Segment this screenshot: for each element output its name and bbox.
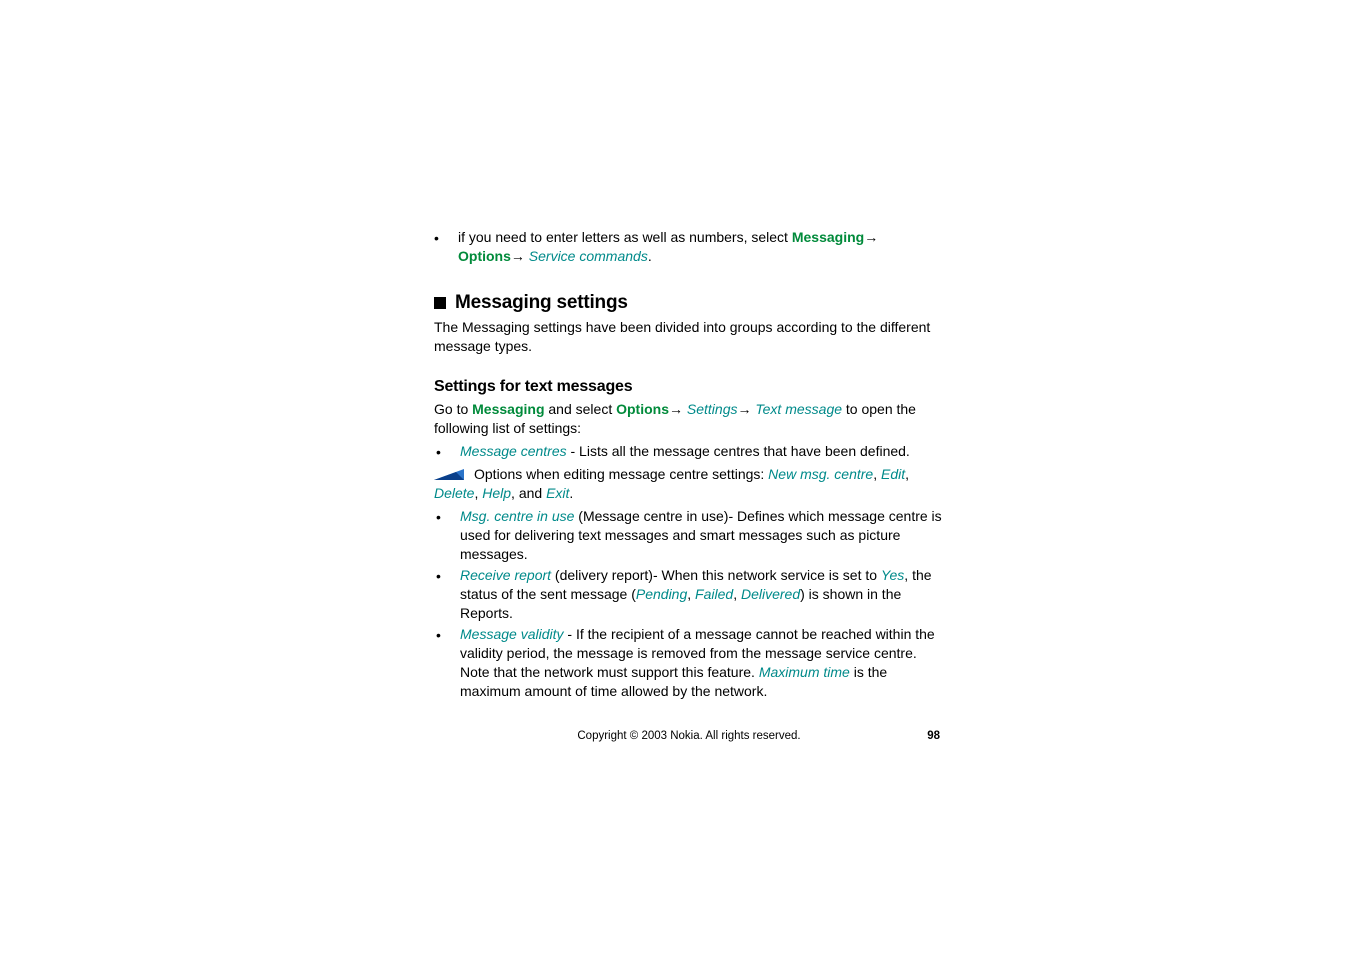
term-msg-centre-in-use: Msg. centre in use xyxy=(460,508,574,524)
content-area: • if you need to enter letters as well a… xyxy=(434,228,944,701)
item-text: Receive report (delivery report)- When t… xyxy=(460,566,944,623)
term-delivered: Delivered xyxy=(741,586,800,602)
note-block: Options when editing message centre sett… xyxy=(434,465,944,503)
term-yes: Yes xyxy=(881,567,904,583)
section-title: Messaging settings xyxy=(455,292,628,314)
comma: , xyxy=(873,466,881,482)
item-text: Msg. centre in use (Message centre in us… xyxy=(460,507,944,564)
term-pending: Pending xyxy=(636,586,687,602)
item-text: Message centres - Lists all the message … xyxy=(460,442,944,461)
intro-text: if you need to enter letters as well as … xyxy=(458,228,944,266)
item-mid1: (delivery report)- When this network ser… xyxy=(551,567,881,583)
list-item: • Msg. centre in use (Message centre in … xyxy=(434,507,944,564)
page-number: 98 xyxy=(927,730,940,742)
list-item: • Message centres - Lists all the messag… xyxy=(434,442,944,461)
intro-prefix: if you need to enter letters as well as … xyxy=(458,229,792,245)
item-text: Message validity - If the recipient of a… xyxy=(460,625,944,701)
link-settings[interactable]: Settings xyxy=(687,401,738,417)
link-messaging[interactable]: Messaging xyxy=(792,229,864,245)
comma-and: , and xyxy=(511,485,546,501)
comma: , xyxy=(687,586,695,602)
bullet-dot: • xyxy=(434,442,460,461)
square-bullet-icon xyxy=(434,297,446,309)
item-rest: - Lists all the message centres that hav… xyxy=(567,443,910,459)
arrow-icon: → xyxy=(669,401,687,417)
term-exit: Exit xyxy=(546,485,569,501)
list-item: • Message validity - If the recipient of… xyxy=(434,625,944,701)
list-item: • Receive report (delivery report)- When… xyxy=(434,566,944,623)
term-delete: Delete xyxy=(434,485,474,501)
term-failed: Failed xyxy=(695,586,733,602)
section-para: The Messaging settings have been divided… xyxy=(434,318,944,356)
bullet-dot: • xyxy=(434,228,458,247)
link-options[interactable]: Options xyxy=(458,248,511,264)
note-triangle-icon xyxy=(434,466,464,485)
arrow-icon: → xyxy=(511,248,529,264)
sub-lead: Go to Messaging and select Options→ Sett… xyxy=(434,400,944,438)
bullet-dot: • xyxy=(434,507,460,526)
note-prefix: Options when editing message centre sett… xyxy=(474,466,768,482)
footer: Copyright © 2003 Nokia. All rights reser… xyxy=(434,730,944,742)
comma: , xyxy=(905,466,909,482)
arrow-icon: → xyxy=(864,229,878,245)
intro-bullet-row: • if you need to enter letters as well a… xyxy=(434,228,944,266)
page: • if you need to enter letters as well a… xyxy=(0,0,1351,954)
term-edit: Edit xyxy=(881,466,905,482)
link-messaging[interactable]: Messaging xyxy=(472,401,544,417)
link-service-commands[interactable]: Service commands xyxy=(529,248,648,264)
lead-prefix: Go to xyxy=(434,401,472,417)
term-receive-report: Receive report xyxy=(460,567,551,583)
lead-mid1: and select xyxy=(545,401,617,417)
arrow-icon: → xyxy=(737,401,755,417)
term-maximum-time: Maximum time xyxy=(759,664,850,680)
section-heading: Messaging settings xyxy=(434,292,944,314)
term-new-msg-centre: New msg. centre xyxy=(768,466,873,482)
link-options[interactable]: Options xyxy=(616,401,669,417)
term-help: Help xyxy=(482,485,511,501)
term-message-validity: Message validity xyxy=(460,626,564,642)
settings-list: • Message centres - Lists all the messag… xyxy=(434,442,944,701)
sub-heading: Settings for text messages xyxy=(434,378,944,396)
bullet-dot: • xyxy=(434,566,460,585)
comma: , xyxy=(733,586,741,602)
term-message-centres: Message centres xyxy=(460,443,567,459)
bullet-dot: • xyxy=(434,625,460,644)
period: . xyxy=(648,248,652,264)
link-text-message[interactable]: Text message xyxy=(755,401,842,417)
footer-copyright: Copyright © 2003 Nokia. All rights reser… xyxy=(434,730,944,742)
period: . xyxy=(569,485,573,501)
